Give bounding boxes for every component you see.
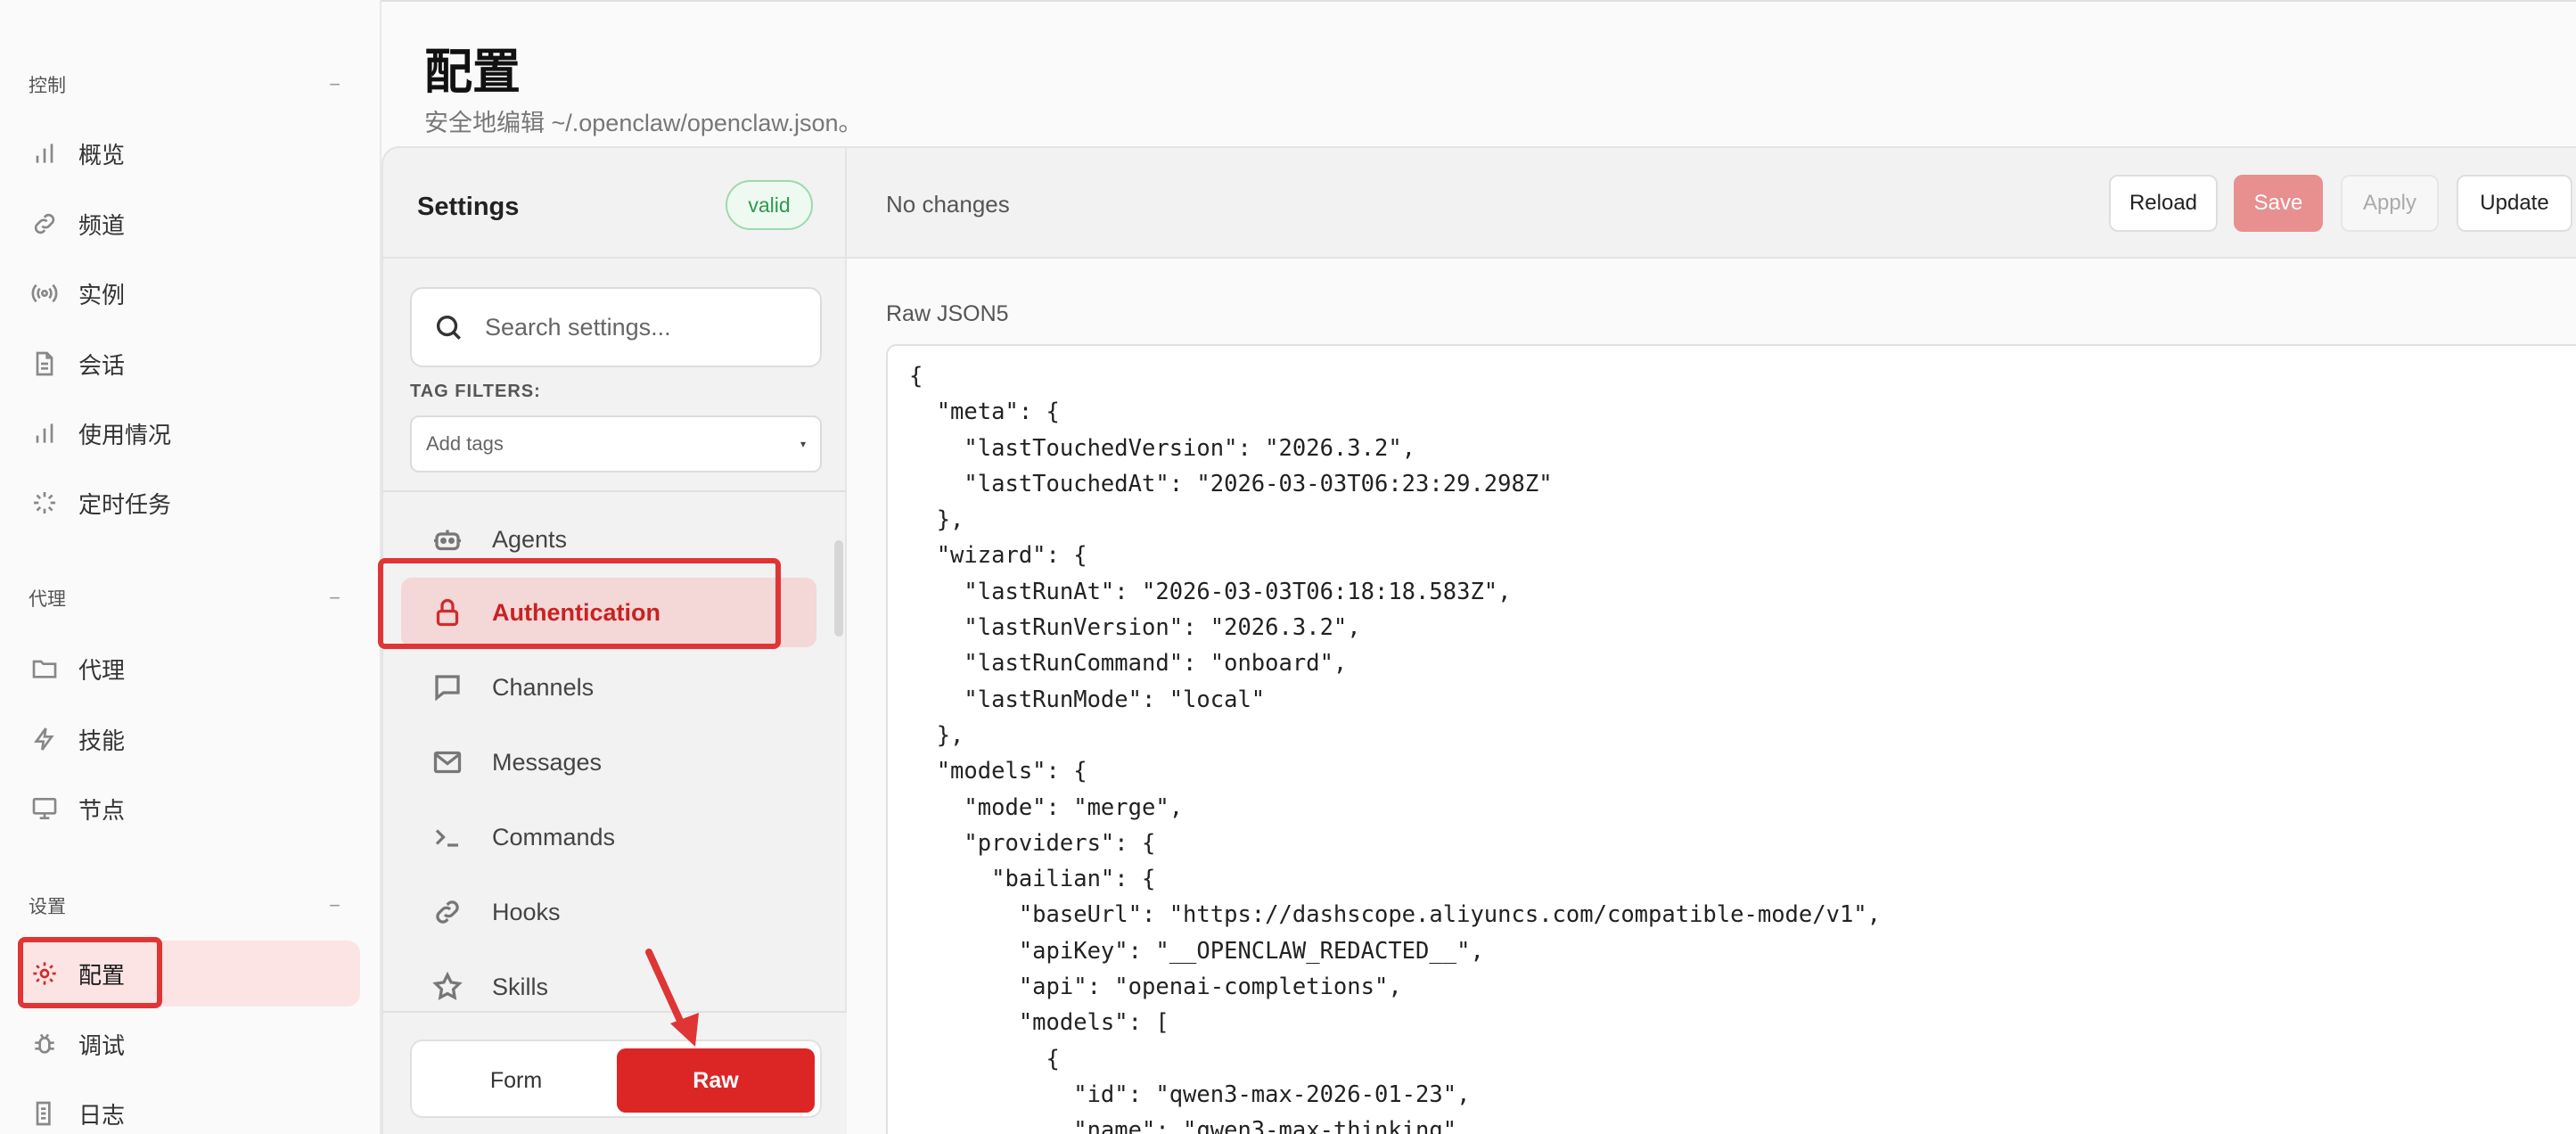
collapse-icon[interactable]: − [329, 73, 340, 96]
annotation-arrow-icon [645, 949, 699, 1047]
sidebar-item-label: 频道 [78, 211, 126, 239]
folder-icon [29, 653, 61, 685]
section-authentication[interactable]: Authentication [401, 578, 816, 647]
config-editor: No changes Reload Save Apply Update Raw … [847, 146, 2576, 1134]
sidebar-item-label: 日志 [78, 1101, 126, 1129]
tag-select-placeholder: Add tags [426, 432, 504, 455]
sidebar-item-config[interactable]: 配置 [18, 941, 360, 1007]
top-divider [381, 0, 2576, 5]
sidebar-item-logs[interactable]: 日志 [18, 1081, 360, 1134]
sidebar-item-label: 使用情况 [78, 421, 172, 448]
tag-filter-select[interactable]: Add tags ▾ [410, 415, 822, 472]
sidebar-item-label: 概览 [78, 141, 126, 168]
radio-signal-icon [29, 277, 61, 309]
search-input[interactable] [485, 313, 806, 341]
section-label: Channels [492, 673, 595, 701]
reload-button[interactable]: Reload [2109, 175, 2218, 232]
settings-panel: Settings valid TAG FILTERS: Add tags ▾ A… [378, 146, 847, 1134]
scrollbar[interactable] [834, 540, 843, 637]
sidebar-item-label: 代理 [78, 656, 126, 684]
bug-icon [29, 1028, 61, 1060]
log-icon [29, 1097, 61, 1130]
section-label: Agents [492, 525, 568, 553]
sidebar-item-cron[interactable]: 定时任务 [18, 470, 360, 536]
sidebar-item-label: 节点 [78, 796, 126, 824]
raw-json-label: Raw JSON5 [886, 301, 1009, 326]
nav-group-settings[interactable]: 设置 − [29, 892, 340, 919]
section-hooks[interactable]: Hooks [401, 877, 816, 947]
sidebar-item-agents[interactable]: 代理 [18, 636, 360, 702]
settings-header: Settings valid [383, 148, 847, 259]
raw-json-editor[interactable]: { "meta": { "lastTouchedVersion": "2026.… [886, 344, 2576, 1134]
link-icon [29, 208, 61, 240]
lock-icon [430, 595, 465, 630]
link-icon [430, 894, 465, 930]
bar-chart-icon [29, 417, 61, 449]
section-messages[interactable]: Messages [401, 727, 816, 797]
collapse-icon[interactable]: − [329, 894, 340, 917]
chat-bubble-icon [430, 670, 465, 705]
gear-icon [29, 957, 61, 990]
section-label: Authentication [492, 598, 660, 626]
sidebar-item-sessions[interactable]: 会话 [18, 331, 360, 397]
apply-button[interactable]: Apply [2341, 175, 2439, 232]
lightning-icon [29, 723, 61, 755]
status-badge: valid [726, 180, 813, 230]
change-status: No changes [886, 191, 1010, 218]
search-icon [436, 315, 461, 340]
mode-toggle: Form Raw [410, 1040, 822, 1118]
save-button[interactable]: Save [2234, 175, 2323, 232]
search-settings[interactable] [410, 287, 822, 367]
monitor-icon [29, 793, 61, 825]
sidebar-nav: 控制 − 概览 频道 实例 会话 使用情况 定时任务 代理 − 代理 技能 节点 [0, 0, 381, 1134]
sidebar-item-debug[interactable]: 调试 [18, 1011, 360, 1077]
sidebar-item-nodes[interactable]: 节点 [18, 776, 360, 842]
sidebar-item-label: 配置 [78, 961, 126, 989]
json-content[interactable]: { "meta": { "lastTouchedVersion": "2026.… [909, 358, 1881, 1134]
sidebar-item-label: 定时任务 [78, 490, 172, 518]
sidebar-item-usage[interactable]: 使用情况 [18, 400, 360, 466]
sidebar-item-skills[interactable]: 技能 [18, 706, 360, 772]
nav-group-control[interactable]: 控制 − [29, 71, 340, 98]
nav-group-label: 控制 [29, 76, 66, 96]
toolbar: No changes Reload Save Apply Update [847, 148, 2576, 259]
section-label: Commands [492, 823, 616, 850]
terminal-icon [430, 819, 465, 855]
divider [383, 490, 847, 492]
section-label: Hooks [492, 898, 561, 925]
nav-group-label: 代理 [29, 589, 66, 610]
sidebar-item-label: 会话 [78, 351, 126, 379]
loader-icon [29, 487, 61, 519]
form-mode-button[interactable]: Form [417, 1048, 615, 1113]
section-label: Messages [492, 748, 603, 776]
raw-mode-button[interactable]: Raw [617, 1048, 815, 1113]
nav-group-label: 设置 [29, 897, 66, 917]
mail-icon [430, 744, 465, 780]
bar-chart-icon [29, 137, 61, 169]
page-title: 配置 [424, 45, 521, 99]
section-label: Skills [492, 973, 549, 1000]
star-icon [430, 969, 465, 1005]
nav-group-agent[interactable]: 代理 − [29, 585, 340, 612]
robot-icon [430, 522, 465, 557]
sidebar-item-label: 实例 [78, 281, 126, 308]
section-channels[interactable]: Channels [401, 653, 816, 722]
collapse-icon[interactable]: − [329, 587, 340, 610]
sidebar-item-label: 调试 [78, 1031, 126, 1059]
update-button[interactable]: Update [2457, 175, 2572, 232]
sidebar-item-overview[interactable]: 概览 [18, 120, 360, 186]
sidebar-item-channels[interactable]: 频道 [18, 191, 360, 257]
section-agents[interactable]: Agents [401, 505, 816, 574]
section-commands[interactable]: Commands [401, 802, 816, 872]
sidebar-item-label: 技能 [78, 727, 126, 754]
sidebar-item-instances[interactable]: 实例 [18, 260, 360, 326]
settings-title: Settings [417, 193, 520, 221]
chevron-down-icon: ▾ [800, 438, 806, 450]
document-icon [29, 348, 61, 380]
tag-filters-label: TAG FILTERS: [410, 382, 541, 401]
page-subtitle: 安全地编辑 ~/.openclaw/openclaw.json。 [424, 110, 863, 136]
